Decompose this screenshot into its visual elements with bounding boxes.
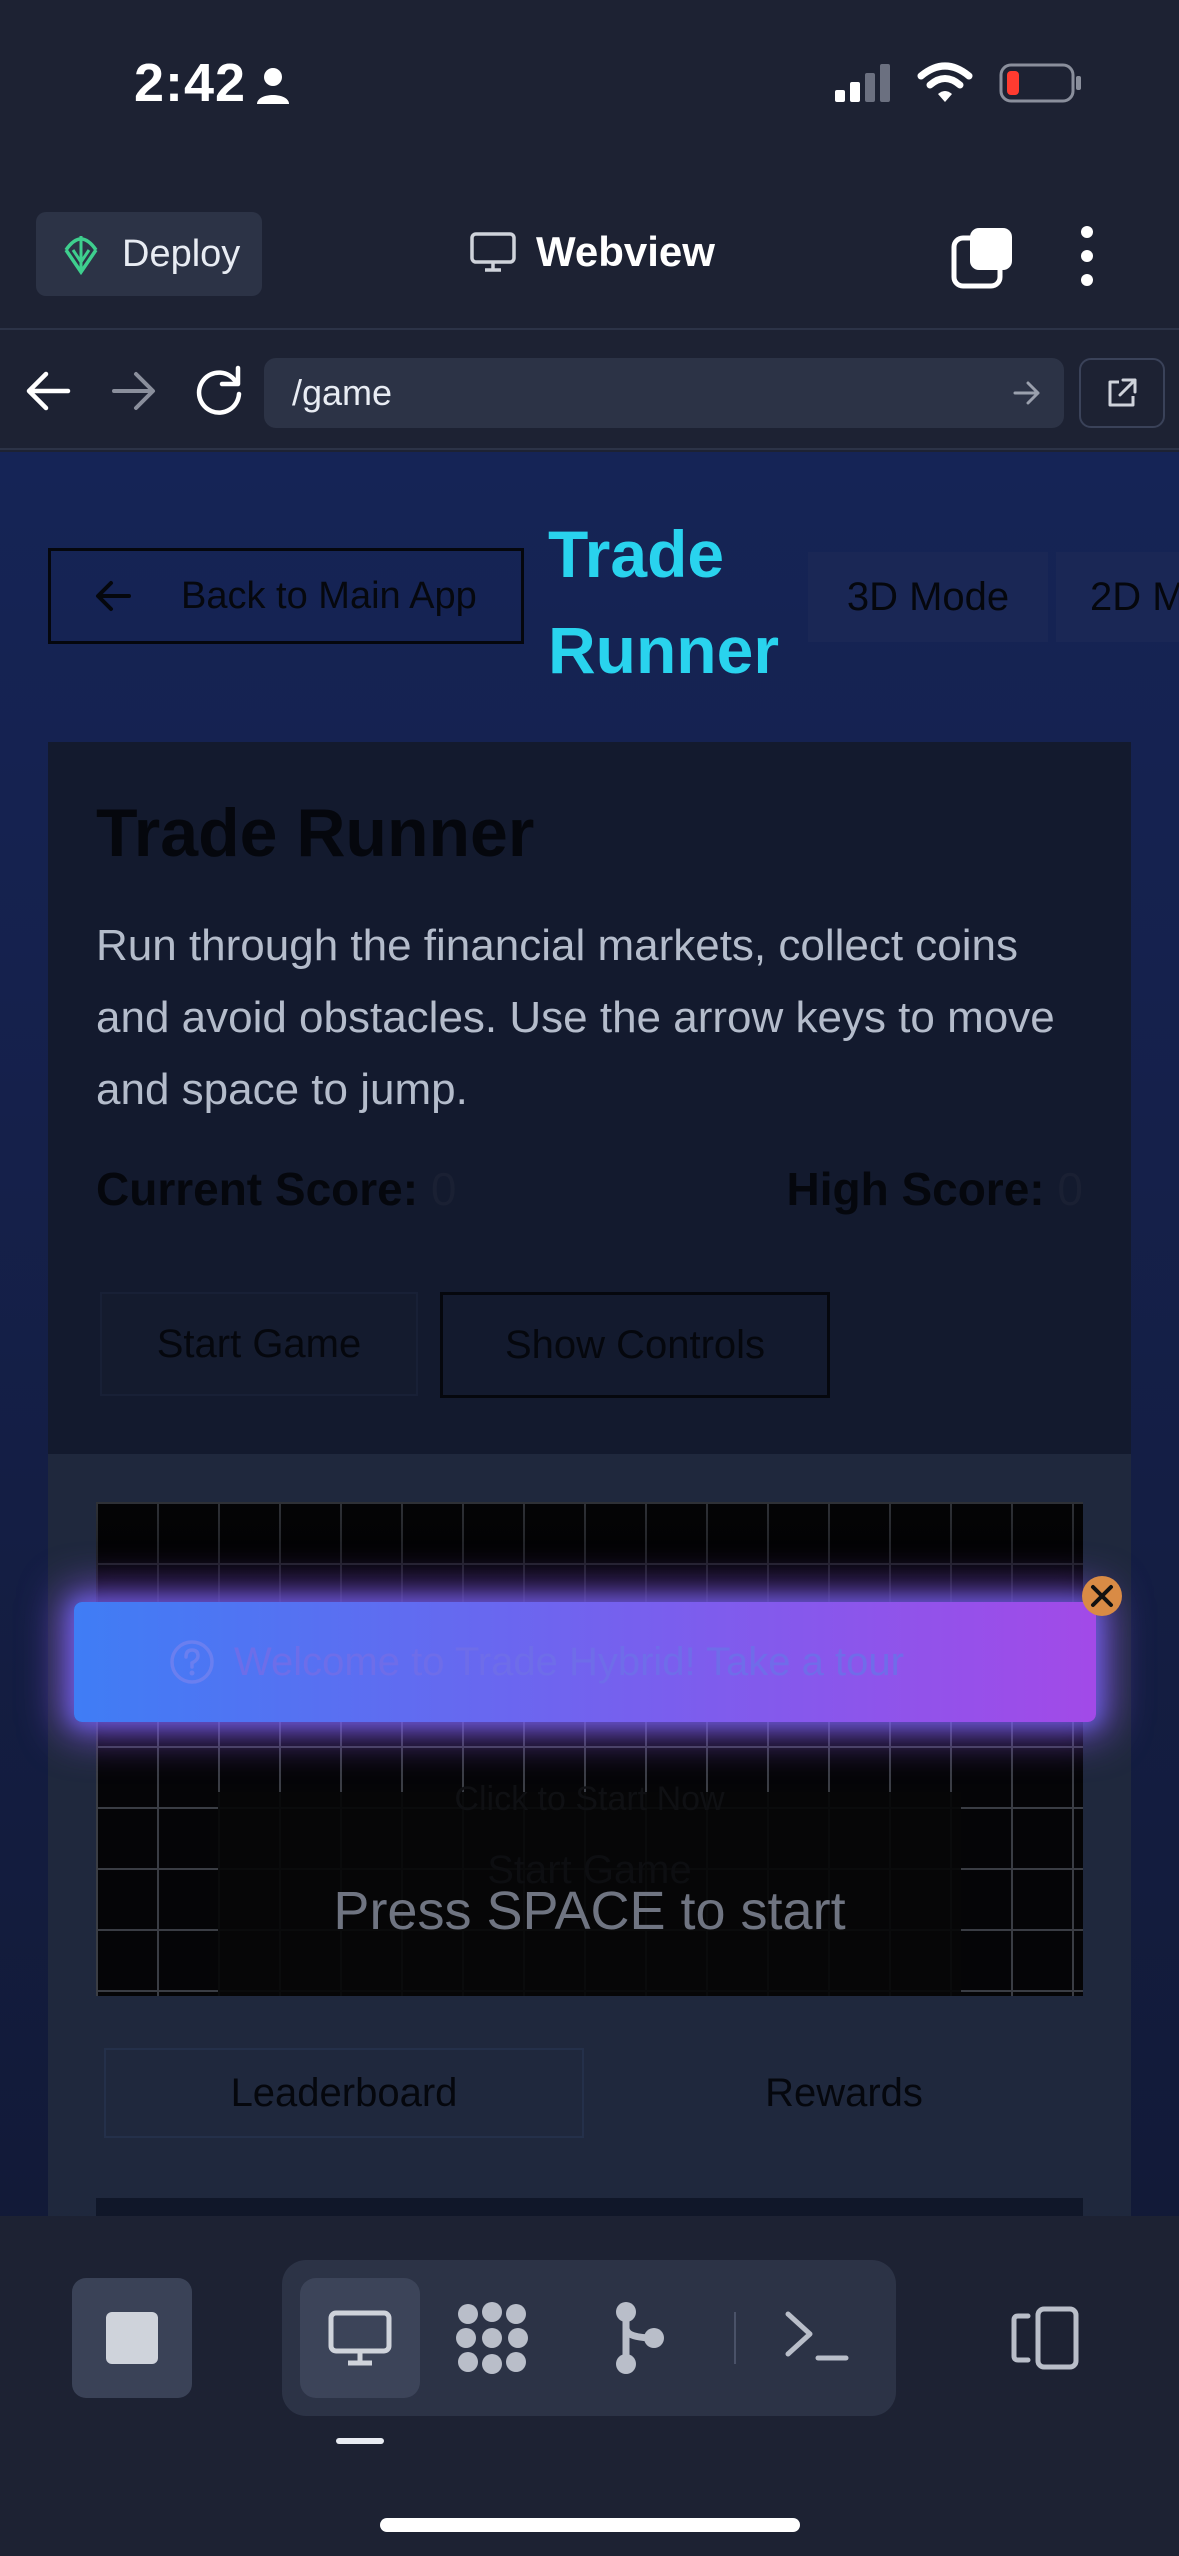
tour-banner[interactable]: Welcome to Trade Hybrid! Take a tour [74, 1602, 1096, 1722]
card-bottom-strip [96, 2198, 1083, 2216]
mode-3d-label: 3D Mode [846, 574, 1010, 619]
url-input[interactable]: /game [264, 358, 1064, 428]
toolbar-divider [734, 2312, 736, 2364]
device-preview-icon[interactable] [1010, 2306, 1080, 2370]
tabs-icon[interactable] [950, 226, 1014, 290]
open-external-button[interactable] [1079, 358, 1165, 428]
game-area: Click to Start Now Start Game Press SPAC… [48, 1454, 1131, 2216]
tab-leaderboard-label: Leaderboard [230, 2070, 458, 2115]
reload-icon[interactable] [192, 364, 246, 418]
page-title: Trade Runner [548, 506, 808, 698]
high-score-label: High Score: [786, 1163, 1045, 1215]
webview-title-text: Webview [536, 228, 715, 275]
wifi-icon [917, 62, 973, 102]
high-score-value: 0 [1057, 1163, 1083, 1215]
tour-banner-text: Welcome to Trade Hybrid! Take a tour [234, 1639, 904, 1684]
tab-rewards[interactable]: Rewards [604, 2048, 1084, 2138]
current-score-label: Current Score: [96, 1163, 419, 1215]
monitor-icon [470, 232, 516, 272]
high-score: High Score: 0 [786, 1162, 1083, 1216]
webview-tool-button[interactable] [300, 2278, 420, 2398]
webview-title: Webview [470, 228, 715, 276]
status-indicators [835, 62, 1083, 104]
tour-close-button[interactable] [1082, 1576, 1122, 1616]
game-canvas[interactable]: Click to Start Now Start Game Press SPAC… [96, 1502, 1083, 1996]
more-options-icon[interactable] [1075, 224, 1099, 288]
show-controls-label: Show Controls [504, 1322, 766, 1367]
git-branch-icon[interactable] [612, 2300, 668, 2376]
stop-button[interactable] [72, 2278, 192, 2398]
back-to-main-app-button[interactable]: Back to Main App [48, 548, 524, 644]
start-game-label: Start Game [156, 1321, 362, 1366]
tab-leaderboard[interactable]: Leaderboard [104, 2048, 584, 2138]
card-heading: Trade Runner [96, 795, 535, 871]
current-score: Current Score: 0 [96, 1162, 456, 1216]
show-controls-button[interactable]: Show Controls [440, 1292, 830, 1398]
bottom-toolbar [0, 2216, 1179, 2556]
home-indicator [380, 2518, 800, 2532]
active-tool-indicator [336, 2438, 384, 2444]
url-text: /game [292, 372, 393, 413]
monitor-icon [328, 2310, 392, 2366]
start-game-button[interactable]: Start Game [100, 1292, 418, 1396]
battery-icon [999, 63, 1081, 103]
mode-2d-button[interactable]: 2D Mode [1056, 552, 1179, 642]
deploy-button[interactable]: Deploy [36, 212, 262, 296]
app-bar: Deploy Webview [0, 190, 1179, 330]
terminal-icon[interactable] [782, 2304, 852, 2368]
tool-switcher [282, 2260, 896, 2416]
card-description: Run through the financial markets, colle… [96, 921, 1055, 1114]
person-icon [257, 68, 289, 104]
help-circle-icon [170, 1640, 214, 1684]
deploy-label: Deploy [122, 232, 241, 275]
go-arrow-icon[interactable] [1012, 378, 1042, 408]
back-to-main-app-label: Back to Main App [181, 574, 477, 617]
press-space-hint: Press SPACE to start [333, 1881, 846, 1941]
url-bar: /game [0, 332, 1179, 450]
current-score-value: 0 [430, 1163, 457, 1215]
mode-2d-label: 2D Mode [1090, 574, 1179, 619]
webview-content: Back to Main App Trade Runner 3D Mode 2D… [0, 452, 1179, 2216]
grid-dots-icon[interactable] [454, 2300, 530, 2376]
external-link-icon [1108, 378, 1137, 407]
game-card: Trade Runner Run through the financial m… [48, 742, 1131, 2216]
mode-3d-button[interactable]: 3D Mode [808, 552, 1048, 642]
close-icon [1091, 1585, 1113, 1607]
forward-arrow-icon[interactable] [108, 368, 160, 414]
page-title-text: Trade Runner [548, 517, 779, 687]
arrow-left-icon [96, 581, 131, 611]
deploy-icon [64, 236, 98, 276]
canvas-click-hint: Click to Start Now [454, 1780, 725, 1818]
status-bar: 2:42 [0, 0, 1179, 190]
status-time: 2:42 [134, 53, 247, 113]
back-arrow-icon[interactable] [22, 368, 74, 414]
stop-icon [106, 2312, 158, 2364]
cellular-signal-icon [835, 64, 890, 102]
tab-rewards-label: Rewards [765, 2070, 923, 2115]
